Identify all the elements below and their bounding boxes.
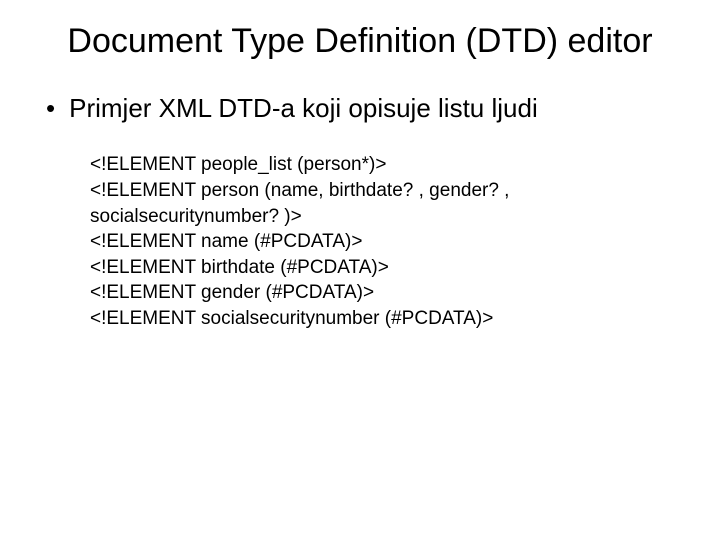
slide: Document Type Definition (DTD) editor • …: [0, 0, 720, 540]
code-line: <!ELEMENT birthdate (#PCDATA)>: [90, 255, 640, 281]
dtd-code-block: <!ELEMENT people_list (person*)> <!ELEME…: [40, 152, 680, 331]
bullet-item: • Primjer XML DTD-a koji opisuje listu l…: [40, 93, 680, 124]
page-title: Document Type Definition (DTD) editor: [40, 22, 680, 61]
code-line: <!ELEMENT socialsecuritynumber (#PCDATA)…: [90, 306, 640, 332]
code-line: <!ELEMENT person (name, birthdate? , gen…: [90, 178, 640, 229]
bullet-marker: •: [46, 93, 55, 124]
code-line: <!ELEMENT name (#PCDATA)>: [90, 229, 640, 255]
bullet-text: Primjer XML DTD-a koji opisuje listu lju…: [69, 93, 538, 124]
code-line: <!ELEMENT people_list (person*)>: [90, 152, 640, 178]
code-line: <!ELEMENT gender (#PCDATA)>: [90, 280, 640, 306]
